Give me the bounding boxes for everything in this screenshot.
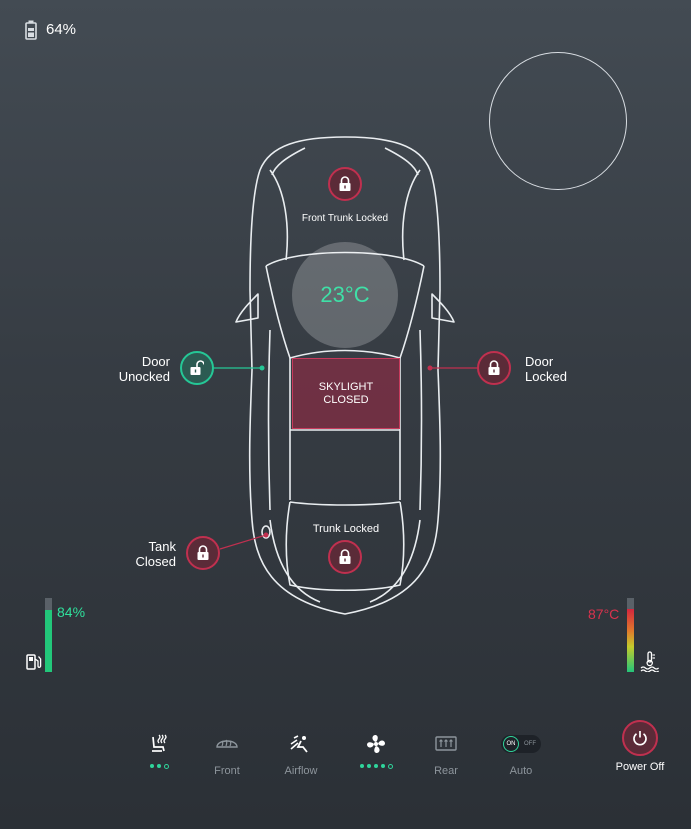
toggle-off-label: OFF [524,741,536,747]
power-icon [633,731,647,746]
right-door-lock-button[interactable] [477,351,511,385]
auto-label: Auto [509,765,533,777]
power-off-label: Power Off [615,761,665,773]
trunk-label: Trunk Locked [312,523,380,535]
fuel-gauge [45,598,52,672]
tank-title: Tank [148,539,176,554]
front-trunk-label: Front Trunk Locked [301,213,389,224]
heated-seat-icon [152,734,167,752]
coolant-temperature: 87°C [588,606,620,622]
front-defrost-label: Front [214,765,240,777]
toggle-on-label: ON [503,736,519,752]
tank-label: Tank Closed [116,539,176,569]
seat-heat-level [149,764,169,769]
fan-speed-control[interactable] [345,733,407,769]
cabin-temperature[interactable]: 23°C [292,242,398,348]
skylight-state: CLOSED [323,393,369,406]
lock-icon [339,176,351,191]
fuel-gauge-fill [45,609,52,672]
lock-icon [339,549,351,564]
coolant-gauge [627,598,634,672]
airflow-label: Airflow [284,765,318,777]
right-door-state: Locked [525,369,567,384]
skylight-label: SKYLIGHT [318,380,374,393]
coolant-temperature-icon [640,651,660,672]
rear-defrost-label: Rear [434,765,458,777]
left-door-title: Door [141,354,170,369]
auto-toggle[interactable]: ON OFF [501,735,541,753]
unlock-icon [190,360,204,375]
left-door-label: Door Unocked [110,354,170,384]
airflow-icon [290,735,308,753]
fan-speed-level [359,764,393,769]
fan-icon [367,735,385,753]
tank-lock-button[interactable] [186,536,220,570]
skylight-status[interactable]: SKYLIGHT CLOSED [292,358,400,429]
seat-heat-control[interactable] [128,733,190,769]
right-door-label: Door Locked [525,354,585,384]
front-defrost-control[interactable]: Front [196,733,258,777]
left-door-lock-button[interactable] [180,351,214,385]
auto-climate-control[interactable]: ON OFF Auto [490,733,552,777]
lock-icon [197,545,209,560]
front-defrost-icon [216,739,238,748]
rear-defrost-icon [435,736,457,751]
fuel-pump-icon [26,654,42,670]
airflow-control[interactable]: Airflow [270,733,332,777]
rear-defrost-control[interactable]: Rear [415,733,477,777]
fuel-percent: 84% [57,604,86,620]
right-door-title: Door [525,354,554,369]
power-button[interactable] [622,720,658,756]
trunk-lock-button[interactable] [328,540,362,574]
coolant-gauge-fill [627,609,634,672]
left-door-state: Unocked [118,369,170,384]
lock-icon [488,360,500,375]
tank-state: Closed [135,554,176,569]
front-trunk-lock-button[interactable] [328,167,362,201]
